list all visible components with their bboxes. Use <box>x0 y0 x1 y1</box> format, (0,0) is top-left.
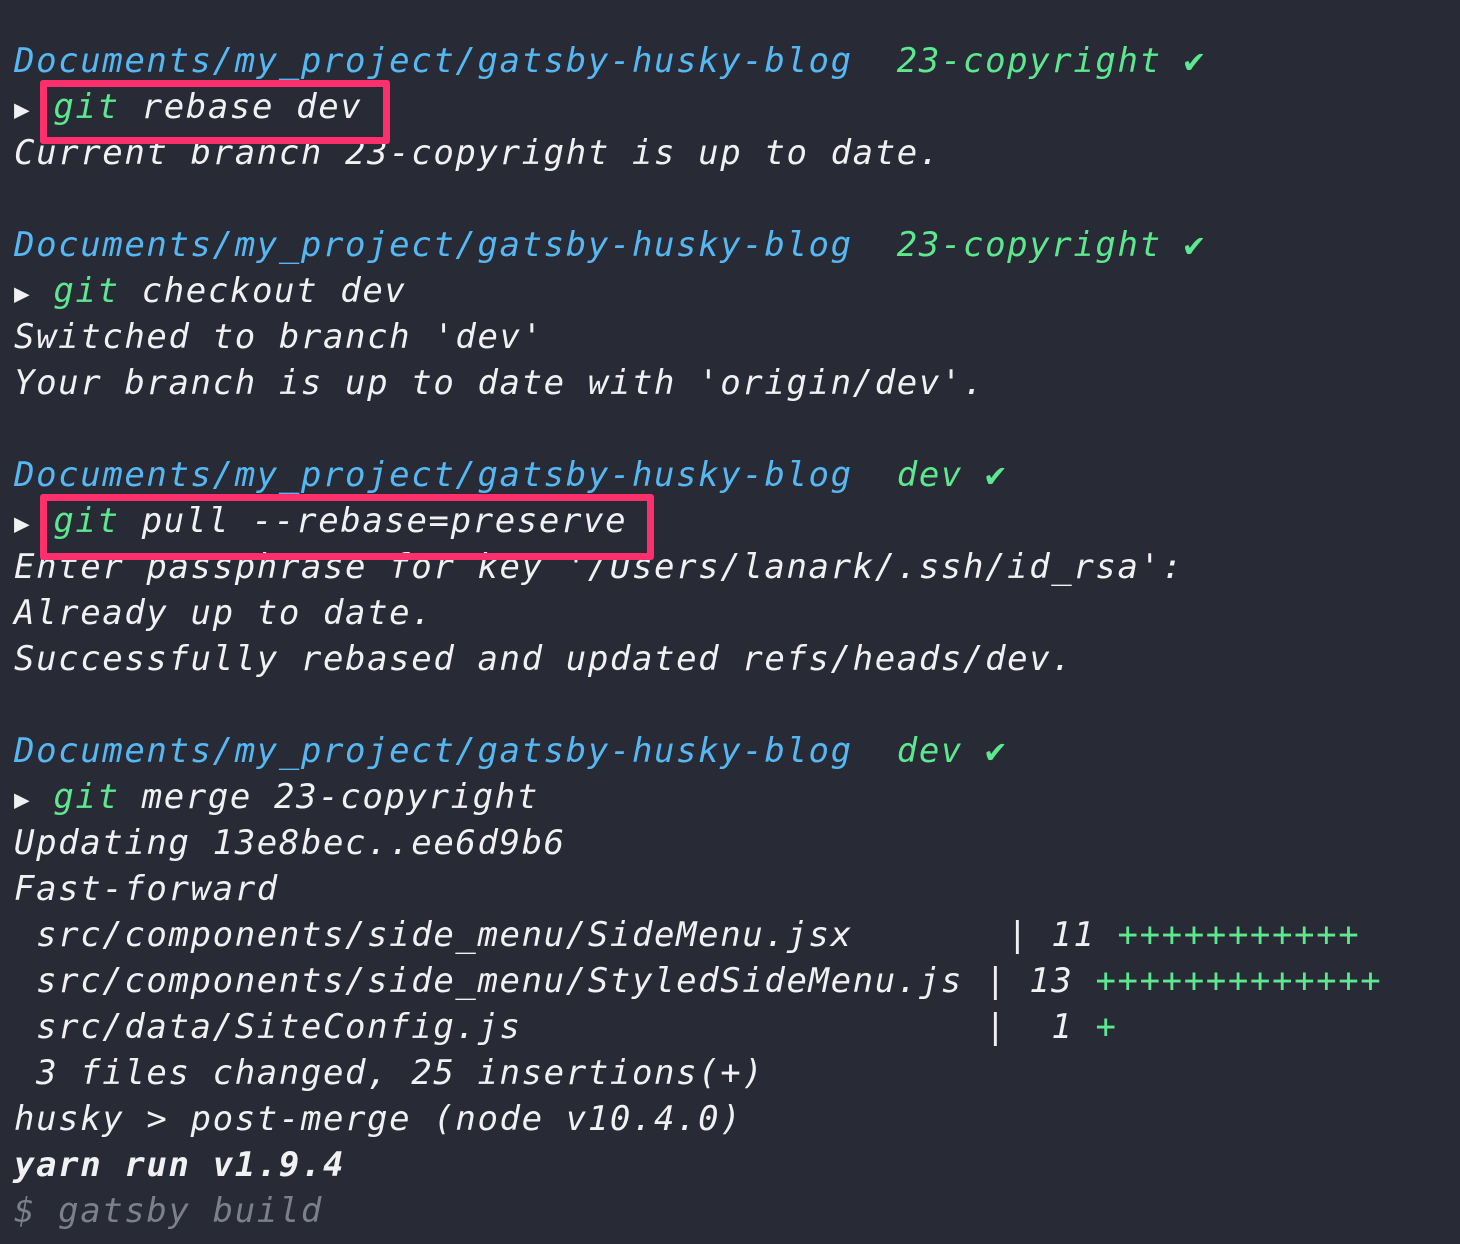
diffstat-file: src/components/side_menu/SideMenu.jsx <box>14 915 1008 955</box>
diffstat-separator: | <box>985 1007 1008 1047</box>
command-args: checkout dev <box>141 271 407 311</box>
prompt-branch: dev <box>896 731 964 771</box>
prompt-line: Documents/my_project/gatsby-husky-blog 2… <box>14 38 1460 84</box>
prompt-branch: 23-copyright <box>896 225 1162 265</box>
prompt-line: Documents/my_project/gatsby-husky-blog 2… <box>14 222 1460 268</box>
hook-line: husky > post-merge (node v10.4.0) <box>14 1099 743 1139</box>
command-line: ▶ git pull --rebase=preserve <box>14 498 1460 544</box>
command-line: ▶ git rebase dev <box>14 84 1460 130</box>
script-line: $ gatsby build <box>14 1191 323 1231</box>
diffstat-file: src/data/SiteConfig.js <box>14 1007 986 1047</box>
check-icon: ✔ <box>985 455 1008 495</box>
diffstat-count: 11 <box>1029 915 1118 955</box>
check-icon: ✔ <box>1183 225 1206 265</box>
output-line: Successfully rebased and updated refs/he… <box>14 639 1074 679</box>
prompt-branch: dev <box>896 455 964 495</box>
output-line: Current branch 23-copyright is up to dat… <box>14 133 941 173</box>
command-git: git <box>53 271 120 311</box>
prompt-arrow-icon: ▶ <box>14 95 32 125</box>
prompt-line: Documents/my_project/gatsby-husky-blog d… <box>14 452 1460 498</box>
command-args: merge 23-copyright <box>141 777 539 817</box>
diffstat-count: 13 <box>1007 961 1096 1001</box>
prompt-path: Documents/my_project/gatsby-husky-blog <box>14 455 853 495</box>
diffstat-row: src/components/side_menu/SideMenu.jsx | … <box>14 912 1460 958</box>
command-args: pull --rebase=preserve <box>141 501 628 541</box>
diffstat-separator: | <box>1007 915 1030 955</box>
prompt-path: Documents/my_project/gatsby-husky-blog <box>14 225 853 265</box>
prompt-arrow-icon: ▶ <box>14 279 32 309</box>
output-line: Switched to branch 'dev' <box>14 317 544 357</box>
command-line: ▶ git checkout dev <box>14 268 1460 314</box>
check-icon: ✔ <box>985 731 1008 771</box>
diffstat-separator: | <box>985 961 1008 1001</box>
diffstat-plus: +++++++++++++ <box>1095 961 1383 1001</box>
command-git: git <box>53 777 120 817</box>
prompt-path: Documents/my_project/gatsby-husky-blog <box>14 731 853 771</box>
command-git: git <box>53 501 120 541</box>
diffstat-row: src/components/side_menu/StyledSideMenu.… <box>14 958 1460 1004</box>
yarn-line: yarn run v1.9.4 <box>14 1145 346 1185</box>
prompt-arrow-icon: ▶ <box>14 785 32 815</box>
output-line: Your branch is up to date with 'origin/d… <box>14 363 986 403</box>
output-line: Enter passphrase for key '/Users/lanark/… <box>14 547 1184 587</box>
terminal-window[interactable]: Documents/my_project/gatsby-husky-blog 2… <box>0 0 1460 1244</box>
diffstat-summary: 3 files changed, 25 insertions(+) <box>14 1053 765 1093</box>
diffstat-row: src/data/SiteConfig.js | 1 + <box>14 1004 1460 1050</box>
command-args: rebase dev <box>141 87 363 127</box>
prompt-path: Documents/my_project/gatsby-husky-blog <box>14 41 853 81</box>
diffstat-count: 1 <box>1007 1007 1096 1047</box>
output-line: Already up to date. <box>14 593 434 633</box>
prompt-line: Documents/my_project/gatsby-husky-blog d… <box>14 728 1460 774</box>
diffstat-plus: + <box>1095 1007 1118 1047</box>
prompt-branch: 23-copyright <box>896 41 1162 81</box>
check-icon: ✔ <box>1183 41 1206 81</box>
prompt-arrow-icon: ▶ <box>14 509 32 539</box>
command-git: git <box>53 87 120 127</box>
diffstat-plus: +++++++++++ <box>1117 915 1361 955</box>
command-line: ▶ git merge 23-copyright <box>14 774 1460 820</box>
output-line: Fast-forward <box>14 869 279 909</box>
output-line: Updating 13e8bec..ee6d9b6 <box>14 823 566 863</box>
diffstat-file: src/components/side_menu/StyledSideMenu.… <box>14 961 986 1001</box>
